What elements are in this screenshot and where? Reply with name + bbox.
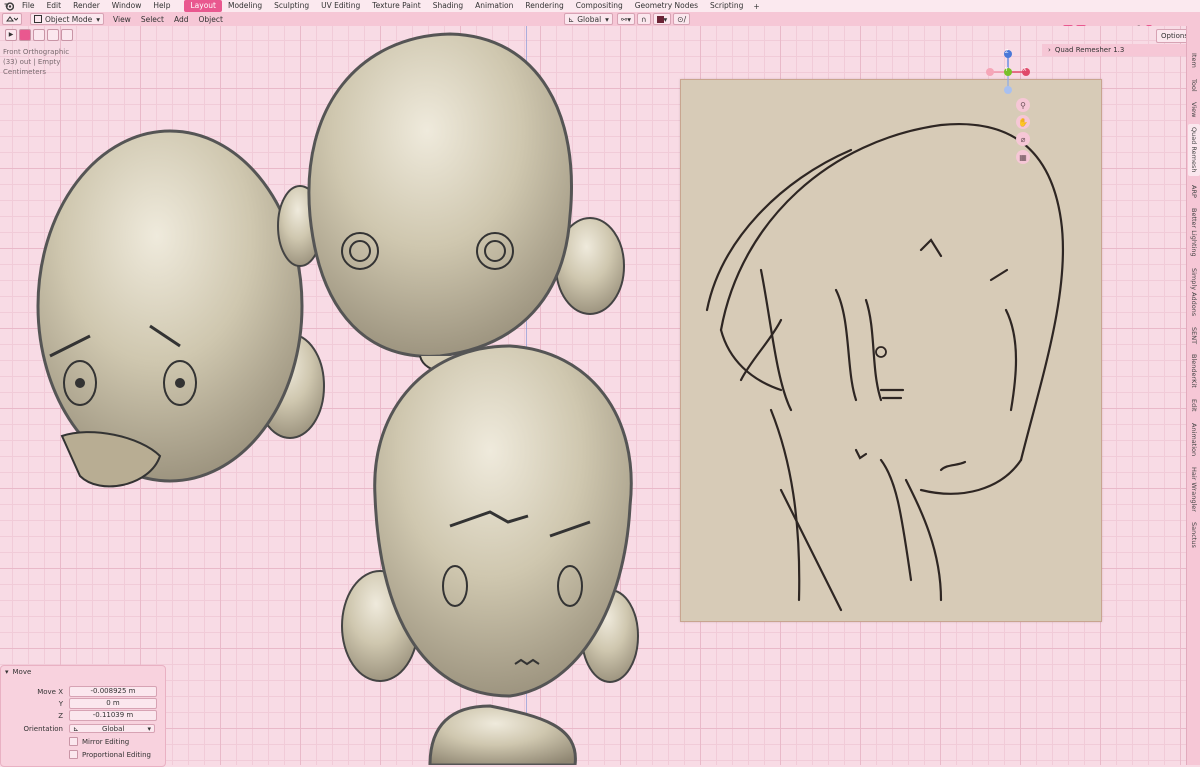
move-x-label: Move X — [37, 687, 63, 696]
mode-selector[interactable]: Object Mode ▾ — [30, 13, 105, 25]
move-y-field[interactable]: 0 m — [69, 698, 157, 709]
gizmo-y-label: Y — [1005, 67, 1009, 73]
workspace-tab-shading[interactable]: Shading — [427, 0, 469, 12]
editor-type-icon — [6, 16, 18, 22]
checkbox-icon — [69, 750, 78, 759]
orientation-label: Global — [577, 14, 602, 24]
chevron-down-icon: ▾ — [5, 668, 9, 676]
gizmo-x-label: X — [1023, 67, 1027, 73]
chevron-down-icon: ▾ — [147, 725, 151, 733]
proportional-falloff-button[interactable]: ⊙ / — [673, 13, 691, 25]
workspace-tab-geometry-nodes[interactable]: Geometry Nodes — [629, 0, 704, 12]
reference-image-sketch[interactable] — [680, 79, 1102, 622]
pivot-point-button[interactable]: ⚯ ▾ — [616, 13, 635, 25]
workspace-tab-sculpting[interactable]: Sculpting — [268, 0, 315, 12]
top-menu-bar: File Edit Render Window Help Layout Mode… — [0, 0, 1200, 12]
orientation-value: Global — [102, 725, 125, 733]
chevron-down-icon: ▾ — [96, 14, 101, 24]
header-menu-select[interactable]: Select — [136, 15, 169, 24]
header-menu-view[interactable]: View — [108, 15, 136, 24]
sidebar-tab-sent[interactable]: SENT — [1188, 324, 1200, 348]
menu-edit[interactable]: Edit — [41, 0, 68, 12]
menu-help[interactable]: Help — [147, 0, 176, 12]
proportional-editing-label: Proportional Editing — [82, 750, 151, 759]
sculpt-meshes[interactable] — [0, 26, 680, 765]
workspace-tab-uv-editing[interactable]: UV Editing — [315, 0, 366, 12]
header-menu-add[interactable]: Add — [169, 15, 194, 24]
proportional-color-button[interactable]: ▾ — [652, 13, 672, 25]
editor-type-button[interactable] — [2, 13, 22, 25]
perspective-grid-icon[interactable]: ▦ — [1016, 150, 1030, 164]
checkbox-icon — [69, 737, 78, 746]
head-top[interactable] — [277, 32, 625, 372]
workspace-tab-layout[interactable]: Layout — [184, 0, 222, 12]
workspace-tab-compositing[interactable]: Compositing — [570, 0, 629, 12]
quad-remesher-panel-header[interactable]: › Quad Remesher 1.3 — [1042, 44, 1186, 56]
sidebar-tab-simply-addons[interactable]: Simply Addons — [1188, 264, 1200, 320]
sidebar-tab-edit[interactable]: Edit — [1188, 394, 1200, 416]
options-label: Options — [1161, 32, 1189, 40]
sidebar-tab-animation[interactable]: Animation — [1188, 420, 1200, 460]
pan-hand-icon[interactable]: ✋ — [1016, 115, 1030, 129]
sidebar-tab-sanctus[interactable]: Sanctus — [1188, 518, 1200, 552]
zoom-icon[interactable]: ⚲ — [1016, 98, 1030, 112]
orientation-label: Orientation — [23, 724, 63, 733]
chevron-down-icon: ▾ — [605, 14, 609, 24]
orientation-icon: ⊾ — [567, 14, 575, 24]
move-y-label: Y — [58, 699, 63, 708]
object-mode-icon — [34, 15, 42, 23]
snap-button[interactable]: ∩ — [637, 13, 651, 25]
menu-render[interactable]: Render — [67, 0, 106, 12]
gizmo-z-label: Z — [1005, 49, 1009, 55]
move-panel-header[interactable]: ▾ Move — [1, 666, 165, 678]
sidebar-tab-hair-wrangler[interactable]: Hair Wrangler — [1188, 464, 1200, 514]
head-left[interactable] — [36, 129, 325, 488]
move-z-label: Z — [58, 711, 63, 720]
proportional-editing-checkbox[interactable]: Proportional Editing — [69, 750, 151, 759]
workspace-tab-rendering[interactable]: Rendering — [519, 0, 569, 12]
camera-view-icon[interactable]: ⌀ — [1016, 132, 1030, 146]
move-z-field[interactable]: -0.11039 m — [69, 710, 157, 721]
transform-orientation-selector[interactable]: ⊾ Global ▾ — [563, 13, 613, 25]
magnet-icon: ∩ — [641, 14, 647, 24]
orientation-icon: ⊾ — [73, 725, 79, 733]
add-workspace-button[interactable]: + — [749, 2, 763, 11]
menu-file[interactable]: File — [16, 0, 41, 12]
sidebar-tab-better-lighting[interactable]: Better Lighting — [1188, 204, 1200, 260]
viewport-header: Object Mode ▾ View Select Add Object ⊾ G… — [0, 12, 1200, 33]
mirror-editing-label: Mirror Editing — [82, 737, 130, 746]
mirror-editing-checkbox[interactable]: Mirror Editing — [69, 737, 129, 746]
menu-window[interactable]: Window — [106, 0, 148, 12]
workspace-tab-modeling[interactable]: Modeling — [222, 0, 268, 12]
sidebar-tab-tool[interactable]: Tool — [1188, 74, 1200, 96]
color-swatch-icon — [656, 15, 664, 23]
move-panel-title: Move — [12, 668, 32, 676]
sidebar-tab-quad-remesh[interactable]: Quad Remesh — [1188, 124, 1200, 176]
n-panel-tabs: Item Tool View Quad Remesh ARP Better Li… — [1186, 26, 1200, 765]
header-menu-object[interactable]: Object — [194, 15, 228, 24]
sidebar-tab-view[interactable]: View — [1188, 98, 1200, 122]
mode-label: Object Mode — [45, 14, 93, 24]
workspace-tab-animation[interactable]: Animation — [469, 0, 519, 12]
move-operator-panel: ▾ Move Move X -0.008925 m Y 0 m Z -0.110… — [0, 665, 166, 767]
workspace-tab-texture-paint[interactable]: Texture Paint — [366, 0, 426, 12]
orientation-dropdown[interactable]: ⊾ Global ▾ — [69, 724, 155, 733]
sidebar-tab-blenderkit[interactable]: BlenderKit — [1188, 352, 1200, 390]
move-x-field[interactable]: -0.008925 m — [69, 686, 157, 697]
head-bottom[interactable] — [341, 344, 639, 765]
blender-logo-icon[interactable] — [2, 0, 16, 12]
sidebar-tab-arp[interactable]: ARP — [1188, 180, 1200, 202]
navigation-gizmo[interactable]: Z Y X — [980, 46, 1034, 96]
addon-header-label: Quad Remesher 1.3 — [1054, 46, 1125, 54]
sidebar-tab-item[interactable]: Item — [1188, 46, 1200, 74]
workspace-tab-scripting[interactable]: Scripting — [704, 0, 749, 12]
chevron-right-icon: › — [1048, 46, 1051, 54]
